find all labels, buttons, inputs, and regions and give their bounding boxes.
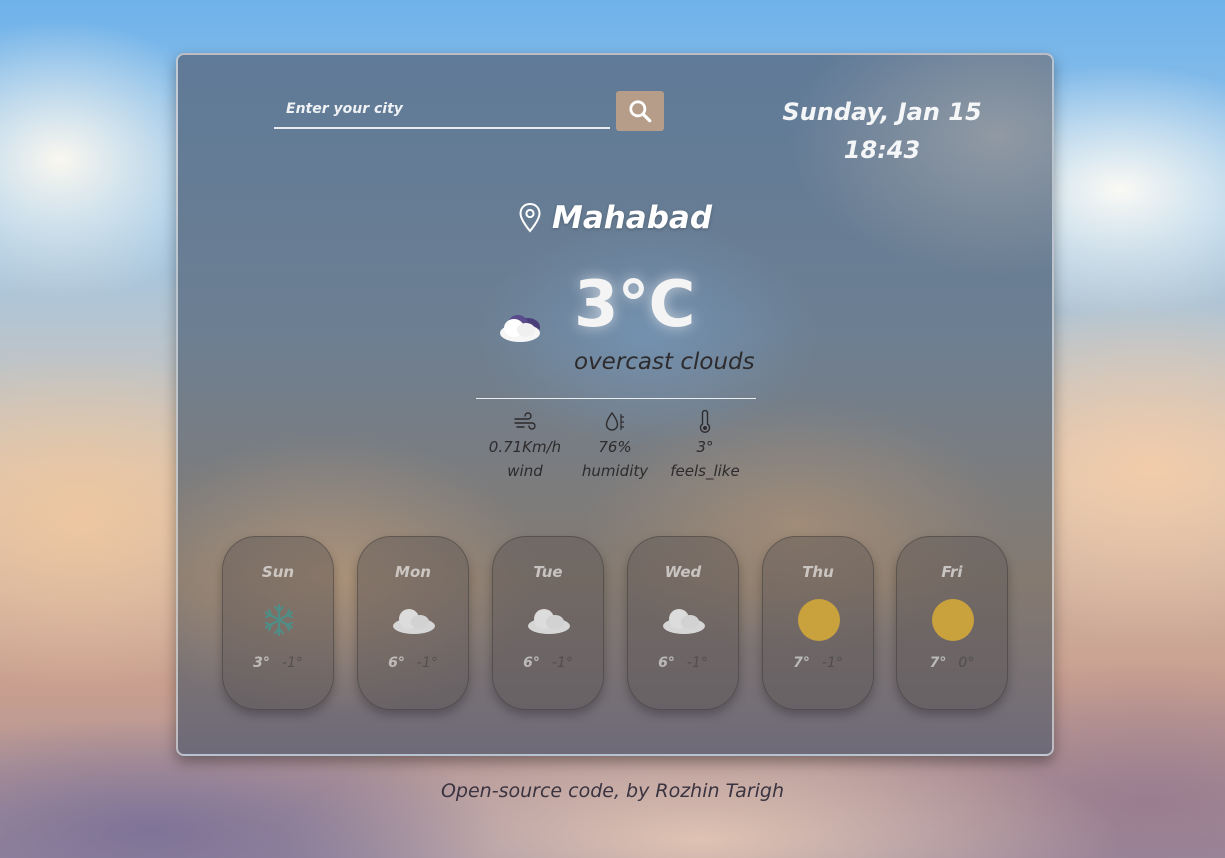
location: Mahabad [178,200,1052,236]
weather-description: overcast clouds [574,349,755,375]
search-icon [629,100,652,123]
current-temperature: 3°C [574,268,695,342]
forecast-day-wed: Wed 6° -1° [627,536,739,710]
forecast-temps: 6° -1° [358,655,468,671]
humidity-icon [605,411,624,431]
cloud-icon [500,315,540,342]
detail-feels-like: 3° feels_like [660,409,750,483]
forecast-temps: 6° -1° [628,655,738,671]
date-time: Sunday, Jan 15 18:43 [772,93,992,169]
map-pin-icon [519,202,541,233]
current-weather: 3°C overcast clouds [496,265,796,395]
forecast-min: -1° [416,655,438,671]
forecast-min: 0° [958,655,975,671]
forecast-min: -1° [281,655,303,671]
cloud-icon [528,609,570,634]
search-button[interactable] [616,91,664,131]
sun-icon [798,599,840,641]
forecast-temps: 6° -1° [493,655,603,671]
footer-credit: Open-source code, by Rozhin Tarigh [440,780,785,802]
forecast-day-tue: Tue 6° -1° [492,536,604,710]
forecast-min: -1° [686,655,708,671]
feels-like-value: 3° [696,438,714,456]
weather-details: 0.71Km/h wind 76% humidity 3° feels_like [480,409,750,483]
thermometer-icon [699,410,711,433]
forecast: Sun 3° -1° Mon 6° -1° Tue 6° -1° Wed 6° … [222,536,1012,712]
wind-value: 0.71Km/h [488,438,562,456]
forecast-temps: 7° -1° [763,655,873,671]
feels-like-label: feels_like [670,462,740,480]
forecast-day-sun: Sun 3° -1° [222,536,334,710]
forecast-max: 7° [929,655,947,671]
forecast-temps: 3° -1° [223,655,333,671]
forecast-max: 6° [658,655,675,671]
weather-card: Sunday, Jan 15 18:43 Mahabad 3°C overcas… [176,53,1054,756]
humidity-label: humidity [581,462,649,480]
divider [476,398,756,399]
snowflake-icon [264,603,294,637]
forecast-min: -1° [821,655,843,671]
wind-icon [514,412,536,430]
forecast-day-name: Mon [395,563,431,581]
forecast-day-name: Tue [533,563,563,581]
city-search-input[interactable] [274,91,610,129]
current-time: 18:43 [843,136,921,164]
forecast-temps: 7° 0° [897,655,1007,671]
forecast-max: 6° [523,655,540,671]
forecast-day-name: Sun [261,563,295,581]
humidity-value: 76% [598,438,632,456]
cloud-icon [393,609,435,634]
city-name: Mahabad [551,200,713,236]
sun-icon [932,599,974,641]
cloud-icon [663,609,705,634]
forecast-day-name: Thu [802,563,834,581]
forecast-day-name: Wed [664,563,702,581]
wind-label: wind [507,462,543,480]
forecast-max: 6° [388,655,405,671]
forecast-day-fri: Fri 7° 0° [896,536,1008,710]
detail-humidity: 76% humidity [570,409,660,483]
forecast-day-mon: Mon 6° -1° [357,536,469,710]
forecast-max: 3° [253,655,270,671]
detail-wind: 0.71Km/h wind [480,409,570,483]
forecast-day-name: Fri [941,563,963,581]
forecast-max: 7° [793,655,810,671]
forecast-day-thu: Thu 7° -1° [762,536,874,710]
forecast-min: -1° [551,655,573,671]
current-date: Sunday, Jan 15 [782,98,982,126]
